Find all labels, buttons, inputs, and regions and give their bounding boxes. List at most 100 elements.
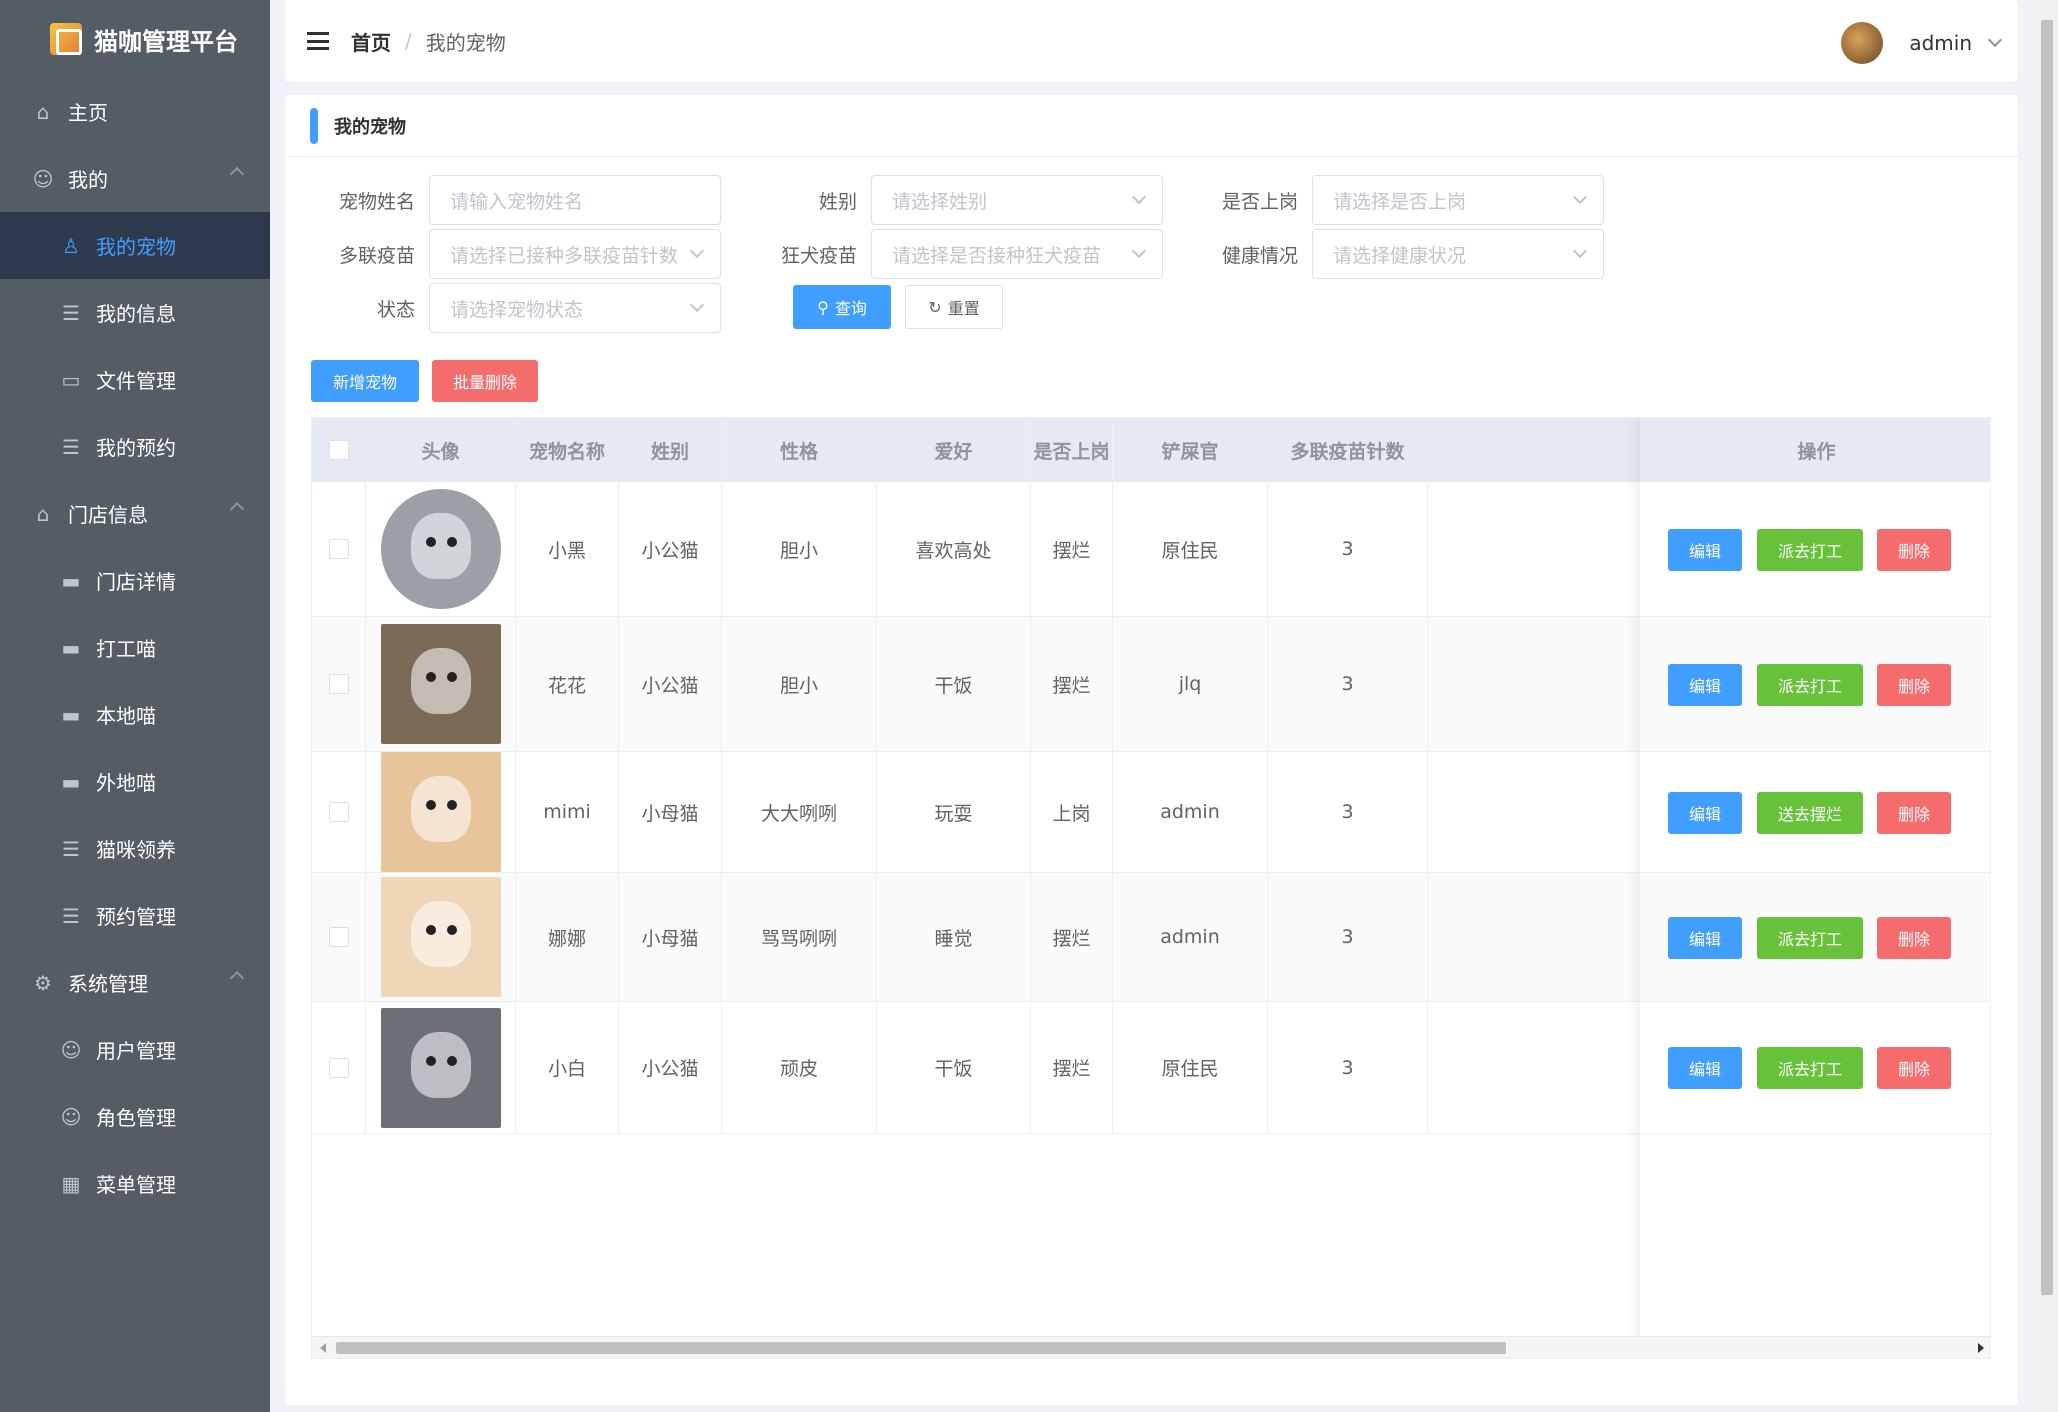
document-icon: ☰ bbox=[62, 836, 80, 861]
work-toggle-button[interactable]: 派去打工 bbox=[1757, 664, 1863, 706]
work-toggle-button[interactable]: 派去打工 bbox=[1757, 1047, 1863, 1089]
sidebar-item-2[interactable]: ♙ 我的宠物 bbox=[0, 212, 270, 279]
cell-personality: 顽皮 bbox=[722, 1002, 877, 1133]
sidebar-item-1[interactable]: ☺ 我的 bbox=[0, 145, 270, 212]
cell-owner: admin bbox=[1113, 752, 1268, 872]
breadcrumb-home[interactable]: 首页 bbox=[351, 27, 391, 56]
batch-delete-button[interactable]: 批量删除 bbox=[432, 360, 538, 402]
cell-vaccine: 3 bbox=[1268, 482, 1428, 616]
sidebar: 猫咖管理平台 ⌂ 主页 ☺ 我的 ♙ 我的宠物 ☰ 我的信息 ▭ 文件管理 ☰ 我的预约 ⌂ 门店信息 ▬ 门… bbox=[0, 0, 270, 1412]
chevron-down-icon bbox=[1572, 243, 1588, 259]
sidebar-item-6[interactable]: ⌂ 门店信息 bbox=[0, 480, 270, 547]
edit-button[interactable]: 编辑 bbox=[1668, 664, 1742, 706]
gender-select[interactable]: 请选择姓别 bbox=[871, 175, 1163, 225]
sidebar-item-5[interactable]: ☰ 我的预约 bbox=[0, 413, 270, 480]
sidebar-item-13[interactable]: ⚙ 系统管理 bbox=[0, 949, 270, 1016]
status-select[interactable]: 请选择宠物状态 bbox=[429, 283, 721, 333]
row-checkbox[interactable] bbox=[328, 802, 349, 822]
sidebar-item-11[interactable]: ☰ 猫咪领养 bbox=[0, 815, 270, 882]
row-checkbox[interactable] bbox=[328, 539, 349, 559]
table-header: 头像 宠物名称 姓别 性格 爱好 是否上岗 铲屎官 多联疫苗针数 操作 bbox=[312, 418, 1990, 482]
horizontal-scrollbar[interactable] bbox=[312, 1336, 1990, 1358]
actions-cell: 编辑 派去打工 删除 bbox=[1642, 617, 1990, 751]
delete-button[interactable]: 删除 bbox=[1877, 917, 1951, 959]
scroll-thumb[interactable] bbox=[336, 1342, 1506, 1354]
sidebar-item-4[interactable]: ▭ 文件管理 bbox=[0, 346, 270, 413]
top-header: 首页 / 我的宠物 admin bbox=[285, 0, 2018, 82]
sidebar-item-0[interactable]: ⌂ 主页 bbox=[0, 78, 270, 145]
query-label: 查询 bbox=[834, 299, 867, 318]
work-toggle-button[interactable]: 派去打工 bbox=[1757, 529, 1863, 571]
sidebar-item-12[interactable]: ☰ 预约管理 bbox=[0, 882, 270, 949]
sidebar-item-16[interactable]: ▦ 菜单管理 bbox=[0, 1150, 270, 1217]
status-label: 状态 bbox=[376, 298, 415, 321]
avatar[interactable] bbox=[1841, 22, 1884, 64]
delete-button[interactable]: 删除 bbox=[1877, 664, 1951, 706]
sidebar-item-label: 用户管理 bbox=[96, 1039, 176, 1063]
table-row: 花花 小公猫 胆小 干饭 摆烂 jlq 3 编辑 派去打工 删除 bbox=[312, 617, 1990, 752]
status-placeholder: 请选择宠物状态 bbox=[450, 298, 584, 321]
reset-button[interactable]: ↻ 重置 bbox=[905, 285, 1003, 329]
scroll-right-icon[interactable] bbox=[1978, 1343, 1984, 1353]
edit-button[interactable]: 编辑 bbox=[1668, 792, 1742, 834]
health-select[interactable]: 请选择健康状况 bbox=[1312, 229, 1604, 279]
column-header: 头像 bbox=[366, 418, 516, 482]
column-header: 铲屎官 bbox=[1113, 418, 1268, 482]
sidebar-item-10[interactable]: ▬ 外地喵 bbox=[0, 748, 270, 815]
delete-button[interactable]: 删除 bbox=[1877, 792, 1951, 834]
sidebar-item-label: 本地喵 bbox=[96, 704, 156, 728]
add-pet-button[interactable]: 新增宠物 bbox=[311, 360, 419, 402]
work-toggle-button[interactable]: 送去摆烂 bbox=[1757, 792, 1863, 834]
select-all-checkbox-cell bbox=[312, 418, 366, 482]
sidebar-item-label: 门店详情 bbox=[96, 570, 176, 594]
edit-button[interactable]: 编辑 bbox=[1668, 1047, 1742, 1089]
menu-toggle-icon[interactable] bbox=[307, 32, 329, 50]
sidebar-item-3[interactable]: ☰ 我的信息 bbox=[0, 279, 270, 346]
pet-avatar-cell bbox=[366, 1002, 516, 1133]
cell-duty: 摆烂 bbox=[1031, 1002, 1113, 1133]
chevron-down-icon bbox=[689, 297, 705, 313]
title-accent-bar bbox=[310, 107, 318, 144]
vertical-scrollbar[interactable] bbox=[2036, 0, 2058, 1412]
search-icon: ⚲ bbox=[817, 297, 829, 317]
column-header: 是否上岗 bbox=[1031, 418, 1113, 482]
user-menu[interactable]: admin bbox=[1841, 22, 2003, 64]
cell-vaccine: 3 bbox=[1268, 617, 1428, 751]
scroll-left-icon[interactable] bbox=[320, 1343, 326, 1353]
cell-gender: 小公猫 bbox=[619, 1002, 722, 1133]
vertical-scroll-thumb[interactable] bbox=[2041, 20, 2053, 1295]
sidebar-item-15[interactable]: ☺ 角色管理 bbox=[0, 1083, 270, 1150]
edit-button[interactable]: 编辑 bbox=[1668, 529, 1742, 571]
row-checkbox[interactable] bbox=[328, 927, 349, 947]
health-placeholder: 请选择健康状况 bbox=[1333, 244, 1467, 267]
row-checkbox[interactable] bbox=[328, 674, 349, 694]
chevron-down-icon bbox=[1131, 243, 1147, 259]
work-toggle-button[interactable]: 派去打工 bbox=[1757, 917, 1863, 959]
cell-gender: 小公猫 bbox=[619, 617, 722, 751]
row-checkbox[interactable] bbox=[328, 1057, 349, 1078]
delete-button[interactable]: 删除 bbox=[1877, 529, 1951, 571]
card-title: 我的宠物 bbox=[334, 116, 406, 138]
delete-button[interactable]: 删除 bbox=[1877, 1047, 1951, 1089]
pet-name-input[interactable]: 请输入宠物姓名 bbox=[429, 175, 721, 225]
chevron-down-icon[interactable] bbox=[1987, 32, 2003, 48]
username[interactable]: admin bbox=[1909, 31, 1972, 55]
sidebar-item-9[interactable]: ▬ 本地喵 bbox=[0, 681, 270, 748]
edit-button[interactable]: 编辑 bbox=[1668, 917, 1742, 959]
select-all-checkbox[interactable] bbox=[328, 440, 349, 460]
sidebar-item-label: 预约管理 bbox=[96, 905, 176, 929]
on-duty-select[interactable]: 请选择是否上岗 bbox=[1312, 175, 1604, 225]
home-icon: ⌂ bbox=[36, 99, 50, 124]
sidebar-item-8[interactable]: ▬ 打工喵 bbox=[0, 614, 270, 681]
document-icon: ☰ bbox=[62, 300, 80, 325]
reset-icon: ↻ bbox=[928, 297, 942, 317]
reset-label: 重置 bbox=[947, 299, 980, 318]
actions-cell: 编辑 派去打工 删除 bbox=[1642, 873, 1990, 1001]
rabies-select[interactable]: 请选择是否接种狂犬疫苗 bbox=[871, 229, 1163, 279]
app-logo[interactable]: 猫咖管理平台 bbox=[0, 0, 270, 78]
sidebar-item-7[interactable]: ▬ 门店详情 bbox=[0, 547, 270, 614]
vaccine-select[interactable]: 请选择已接种多联疫苗针数 bbox=[429, 229, 721, 279]
sidebar-item-14[interactable]: ☺ 用户管理 bbox=[0, 1016, 270, 1083]
query-button[interactable]: ⚲ 查询 bbox=[793, 285, 891, 329]
cell-duty: 摆烂 bbox=[1031, 873, 1113, 1001]
